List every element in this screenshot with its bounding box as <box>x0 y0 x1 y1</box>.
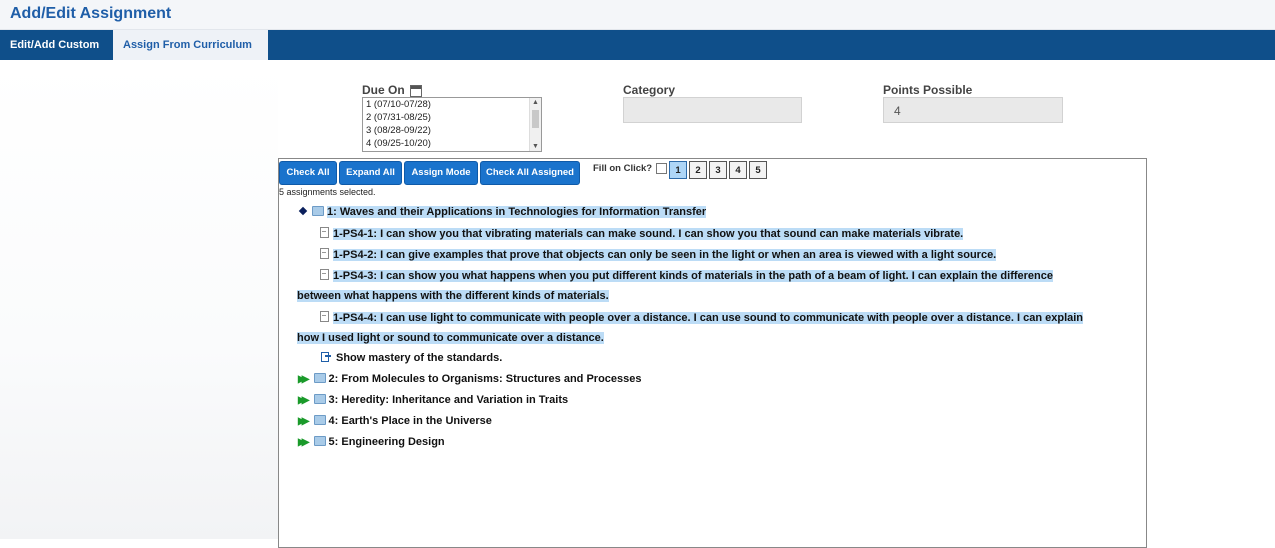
left-margin <box>0 60 278 539</box>
category-field[interactable] <box>623 97 802 123</box>
unit-title[interactable]: 5: Engineering Design <box>329 436 445 448</box>
due-on-option[interactable]: 2 (07/31-08/25) <box>363 111 541 124</box>
document-icon <box>320 269 329 280</box>
page-button-4[interactable]: 4 <box>729 161 747 179</box>
document-icon <box>320 311 329 322</box>
folder-icon <box>313 394 326 404</box>
due-on-label: Due On <box>362 83 423 97</box>
folder-icon <box>313 415 326 425</box>
expand-all-button[interactable]: Expand All <box>339 161 402 185</box>
standard-text[interactable]: 1-PS4-3: I can show you what happens whe… <box>333 270 1054 282</box>
page-button-5[interactable]: 5 <box>749 161 767 179</box>
unit-title[interactable]: 1: Waves and their Applications in Techn… <box>327 206 707 218</box>
tree-unit-4[interactable]: ▶▶ 4: Earth's Place in the Universe <box>298 415 492 427</box>
tree-standard[interactable]: 1-PS4-2: I can give examples that prove … <box>320 248 997 261</box>
expand-icon[interactable]: ▶▶ <box>298 437 310 448</box>
tree-unit-2[interactable]: ▶▶ 2: From Molecules to Organisms: Struc… <box>298 373 642 385</box>
document-icon <box>320 248 329 259</box>
page-button-1[interactable]: 1 <box>669 161 687 179</box>
selection-status: 5 assignments selected. <box>279 187 376 197</box>
page-button-3[interactable]: 3 <box>709 161 727 179</box>
check-all-button[interactable]: Check All <box>279 161 337 185</box>
fill-on-click-checkbox[interactable] <box>656 163 667 174</box>
expand-icon[interactable]: ▶▶ <box>298 374 310 385</box>
scroll-down-icon[interactable]: ▼ <box>532 143 539 150</box>
tree-standard[interactable]: 1-PS4-1: I can show you that vibrating m… <box>320 227 964 240</box>
folder-icon <box>312 206 324 216</box>
check-all-assigned-button[interactable]: Check All Assigned <box>480 161 580 185</box>
tree-unit-1[interactable]: 1: Waves and their Applications in Techn… <box>298 206 707 218</box>
page-header: Add/Edit Assignment <box>0 0 1275 30</box>
page-button-2[interactable]: 2 <box>689 161 707 179</box>
tree-standard-continued[interactable]: between what happens with the different … <box>297 290 609 302</box>
tree-standard-continued[interactable]: how I used light or sound to communicate… <box>297 332 604 344</box>
due-on-listbox[interactable]: 1 (07/10-07/28) 2 (07/31-08/25) 3 (08/28… <box>362 97 542 152</box>
expand-icon[interactable]: ▶▶ <box>298 416 310 427</box>
tab-edit-add-custom[interactable]: Edit/Add Custom <box>0 30 112 60</box>
calendar-icon[interactable] <box>410 84 423 97</box>
mastery-text[interactable]: Show mastery of the standards. <box>336 352 502 364</box>
standard-text[interactable]: 1-PS4-1: I can show you that vibrating m… <box>333 228 964 240</box>
tree-unit-5[interactable]: ▶▶ 5: Engineering Design <box>298 436 445 448</box>
page-title: Add/Edit Assignment <box>10 5 172 22</box>
points-possible-label: Points Possible <box>883 83 973 97</box>
scroll-thumb[interactable] <box>532 110 539 128</box>
tab-assign-from-curriculum[interactable]: Assign From Curriculum <box>113 30 268 60</box>
due-on-option[interactable]: 3 (08/28-09/22) <box>363 124 541 137</box>
folder-icon <box>313 373 326 383</box>
collapse-icon[interactable] <box>298 206 308 216</box>
unit-title[interactable]: 3: Heredity: Inheritance and Variation i… <box>329 394 569 406</box>
category-label: Category <box>623 83 676 97</box>
points-possible-field[interactable]: 4 <box>883 97 1063 123</box>
due-on-label-text: Due On <box>362 83 405 97</box>
due-on-option[interactable]: 1 (07/10-07/28) <box>363 98 541 111</box>
standard-text[interactable]: between what happens with the different … <box>297 290 609 302</box>
standard-text[interactable]: 1-PS4-4: I can use light to communicate … <box>333 312 1084 324</box>
tree-standard[interactable]: 1-PS4-4: I can use light to communicate … <box>320 311 1084 324</box>
unit-title[interactable]: 2: From Molecules to Organisms: Structur… <box>329 373 642 385</box>
unit-title[interactable]: 4: Earth's Place in the Universe <box>329 415 492 427</box>
standard-text[interactable]: how I used light or sound to communicate… <box>297 332 604 344</box>
listbox-scrollbar[interactable]: ▲ ▼ <box>529 98 541 151</box>
tree-unit-3[interactable]: ▶▶ 3: Heredity: Inheritance and Variatio… <box>298 394 568 406</box>
assign-mode-button[interactable]: Assign Mode <box>404 161 478 185</box>
folder-icon <box>313 436 326 446</box>
fill-on-click-label: Fill on Click? <box>593 163 653 174</box>
due-on-option[interactable]: 4 (09/25-10/20) <box>363 137 541 150</box>
tree-mastery[interactable]: Show mastery of the standards. <box>321 352 502 364</box>
tree-standard[interactable]: 1-PS4-3: I can show you what happens whe… <box>320 269 1054 282</box>
mastery-icon <box>321 352 331 362</box>
expand-icon[interactable]: ▶▶ <box>298 395 310 406</box>
standard-text[interactable]: 1-PS4-2: I can give examples that prove … <box>333 249 997 261</box>
tab-bar: Edit/Add Custom Assign From Curriculum <box>0 30 1275 60</box>
document-icon <box>320 227 329 238</box>
scroll-up-icon[interactable]: ▲ <box>532 99 539 106</box>
